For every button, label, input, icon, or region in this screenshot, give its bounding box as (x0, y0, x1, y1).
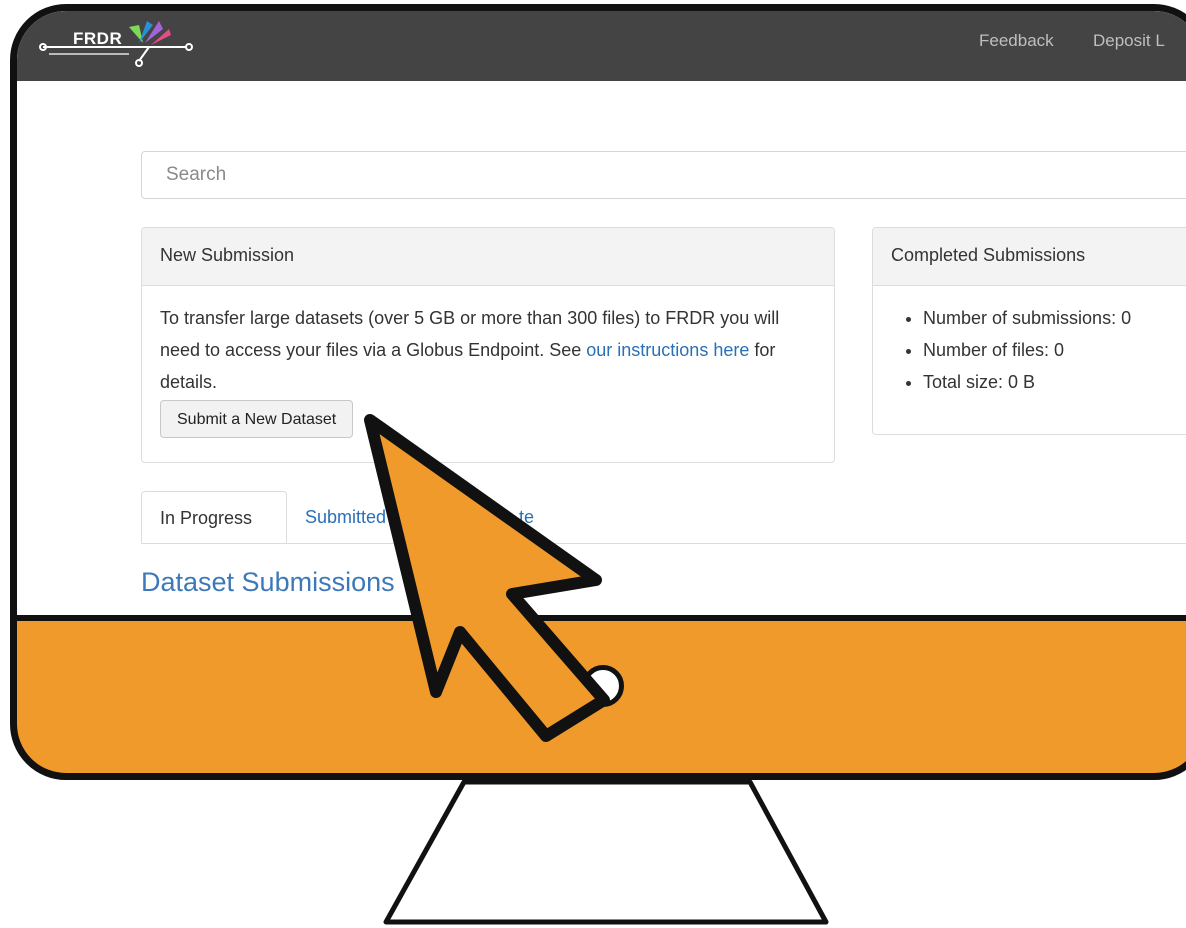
dataset-submissions-title: Dataset Submissions (141, 567, 395, 597)
arrow-cursor-icon (364, 414, 610, 742)
submission-tabs: In Progress Submitted te (141, 491, 1186, 544)
nav-feedback[interactable]: Feedback (979, 31, 1054, 51)
new-submission-heading: New Submission (142, 228, 834, 286)
stat-files: Number of files: 0 (923, 334, 1186, 366)
logo-text: FRDR (73, 29, 123, 48)
completed-submissions-body: Number of submissions: 0 Number of files… (873, 286, 1186, 414)
stat-total-size: Total size: 0 B (923, 366, 1186, 398)
new-submission-description: To transfer large datasets (over 5 GB or… (160, 302, 816, 398)
monitor-stand (383, 779, 829, 925)
submission-stats-list: Number of submissions: 0 Number of files… (873, 302, 1186, 398)
nav-deposit[interactable]: Deposit L (1093, 31, 1165, 51)
search-input[interactable] (141, 151, 1186, 199)
submit-new-dataset-button[interactable]: Submit a New Dataset (160, 400, 354, 438)
top-navbar: FRDR Feedback Deposit L (17, 11, 1186, 81)
instructions-link[interactable]: our instructions here (586, 340, 749, 360)
completed-submissions-heading: Completed Submissions (873, 228, 1186, 286)
completed-submissions-panel: Completed Submissions Number of submissi… (872, 227, 1186, 435)
stat-submissions: Number of submissions: 0 (923, 302, 1186, 334)
tab-in-progress[interactable]: In Progress (141, 491, 287, 543)
frdr-logo[interactable]: FRDR (39, 17, 199, 71)
